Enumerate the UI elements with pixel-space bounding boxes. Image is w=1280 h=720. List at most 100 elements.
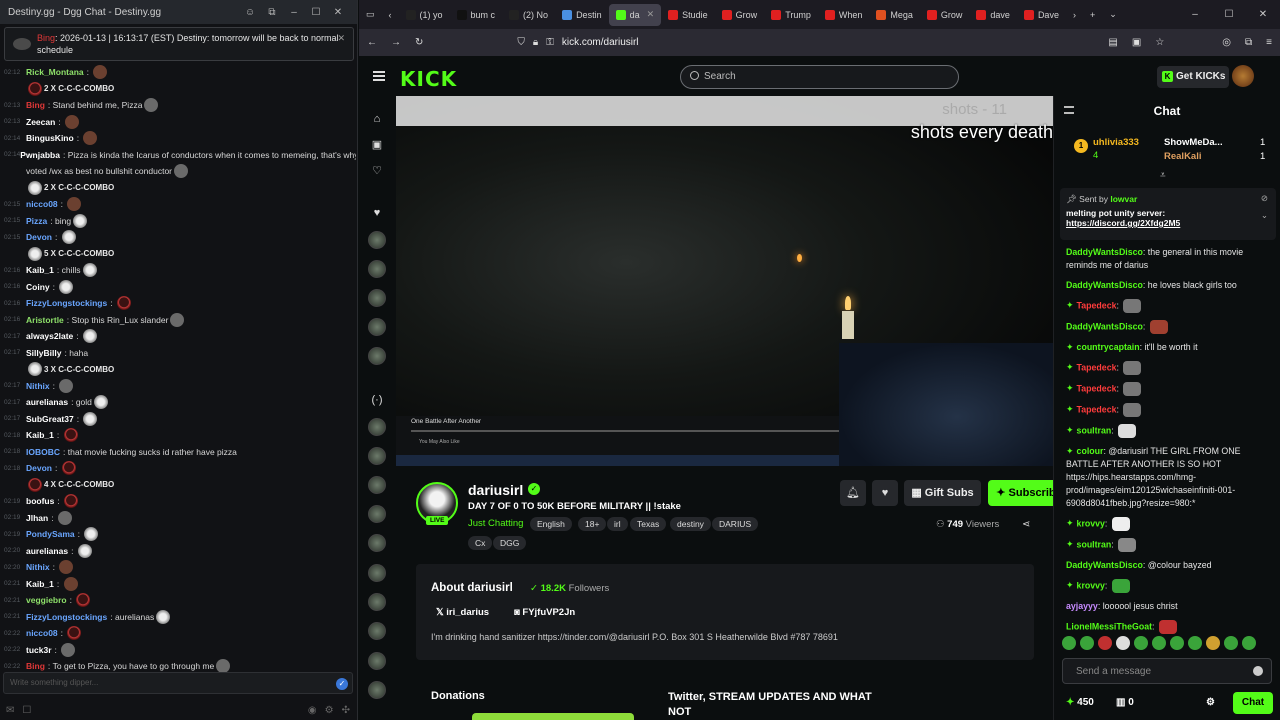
x-social-link[interactable]: 𝕏 iri_darius <box>436 607 489 618</box>
channel-name[interactable]: dariusirl <box>468 482 523 498</box>
emoji-picker-icon[interactable] <box>1253 666 1263 676</box>
recommended-channel-avatar[interactable] <box>368 534 386 552</box>
chat-username[interactable]: DaddyWantsDisco <box>1066 247 1143 257</box>
gift-subs-button[interactable]: ▦ Gift Subs <box>904 480 981 506</box>
browser-tab[interactable]: Grow <box>920 0 970 29</box>
message-author[interactable]: Devon <box>26 463 52 473</box>
chat-username[interactable]: soultran <box>1077 425 1112 435</box>
message-author[interactable]: SillyBilly <box>26 348 61 358</box>
chat-username[interactable]: DaddyWantsDisco <box>1066 321 1143 331</box>
browser-tab[interactable]: Destin <box>555 0 609 29</box>
popout-icon[interactable]: ⧉ <box>261 7 283 18</box>
unpin-icon[interactable]: ⊘ <box>1261 193 1268 204</box>
recommended-channel-avatar[interactable] <box>368 622 386 640</box>
video-player[interactable]: shots - 11 shots every death One Battle … <box>396 96 1053 466</box>
minimize-icon[interactable]: – <box>283 7 305 18</box>
discord-social-link[interactable]: ◙ FYjfuVP2Jn <box>514 607 575 618</box>
browser-tab[interactable]: Trump <box>764 0 818 29</box>
message-author[interactable]: Jlhan <box>26 513 48 523</box>
message-author[interactable]: BingusKino <box>26 133 74 143</box>
emote-icon[interactable] <box>1116 636 1130 650</box>
browser-tab[interactable]: When <box>818 0 870 29</box>
close-window-icon[interactable]: ✕ <box>327 7 349 18</box>
message-author[interactable]: always2late <box>26 331 73 341</box>
bookmark-star-icon[interactable]: ☆ <box>1155 37 1164 48</box>
message-author[interactable]: FizzyLongstockings <box>26 612 107 622</box>
followed-channel-avatar[interactable] <box>368 289 386 307</box>
message-author[interactable]: Bing <box>26 661 45 671</box>
message-author[interactable]: aurelianas <box>26 546 68 556</box>
message-author[interactable]: Pizza <box>26 216 47 226</box>
notification-bell-icon[interactable]: 🔔︎ <box>840 480 866 506</box>
browser-maximize-icon[interactable]: ☐ <box>1212 9 1246 20</box>
chat-send-button[interactable]: Chat <box>1233 692 1273 714</box>
search-input[interactable]: Search <box>680 65 959 89</box>
emote-icon[interactable] <box>1224 636 1238 650</box>
chat-settings-icon[interactable]: ⚙ <box>1206 697 1215 708</box>
following-icon[interactable]: ♡ <box>368 162 386 180</box>
chat-username[interactable]: krovvy <box>1077 580 1105 590</box>
chat-username[interactable]: Tapedeck <box>1077 300 1117 310</box>
kick-logo[interactable]: KICK <box>400 67 457 91</box>
tab-list-dropdown-icon[interactable]: ⌄ <box>1102 0 1124 29</box>
recommended-channel-avatar[interactable] <box>368 593 386 611</box>
hamburger-menu-icon[interactable] <box>373 71 385 81</box>
eye-icon[interactable]: ◉ <box>308 705 317 716</box>
message-author[interactable]: FizzyLongstockings <box>26 298 107 308</box>
reader-view-icon[interactable]: ▤ <box>1108 37 1117 48</box>
followed-channel-avatar[interactable] <box>368 318 386 336</box>
emote-icon[interactable] <box>1188 636 1202 650</box>
emote-icon[interactable] <box>1206 636 1220 650</box>
chat-username[interactable]: soultran <box>1077 539 1112 549</box>
chat-username[interactable]: LionelMessiTheGoat <box>1066 621 1152 631</box>
chat-username[interactable]: DaddyWantsDisco <box>1066 560 1143 570</box>
message-author[interactable]: IOBOBC <box>26 447 60 457</box>
browser-tab[interactable]: dave <box>969 0 1017 29</box>
chat-username[interactable]: DaddyWantsDisco <box>1066 280 1143 290</box>
followed-channel-avatar[interactable] <box>368 347 386 365</box>
recommended-channel-avatar[interactable] <box>368 652 386 670</box>
chat-username[interactable]: ayjayyy <box>1066 601 1098 611</box>
recommended-channel-avatar[interactable] <box>368 476 386 494</box>
back-icon[interactable]: ← <box>367 37 377 48</box>
reload-icon[interactable]: ↻ <box>415 37 423 48</box>
emote-icon[interactable] <box>1242 636 1256 650</box>
followed-channel-avatar[interactable] <box>368 231 386 249</box>
leader-name[interactable]: ShowMeDa... <box>1164 137 1223 148</box>
new-tab-icon[interactable]: + <box>1083 0 1102 29</box>
tag-destiny[interactable]: destiny <box>670 517 711 531</box>
get-kicks-button[interactable]: K Get KICKs <box>1157 66 1229 88</box>
pinned-link[interactable]: https://discord.gg/2Xfdg2M5 <box>1066 218 1180 228</box>
kicks-balance[interactable]: ✦ 450 <box>1066 697 1094 708</box>
close-tab-icon[interactable]: ✕ <box>647 9 655 20</box>
recommended-channel-avatar[interactable] <box>368 418 386 436</box>
leader-name[interactable]: RealKali <box>1164 151 1202 162</box>
browser-tab[interactable]: (1) yo <box>399 0 450 29</box>
settings-icon[interactable]: ⚙ <box>325 705 334 716</box>
chat-username[interactable]: colour <box>1077 446 1104 456</box>
send-icon[interactable]: ✓ <box>336 678 348 690</box>
users-icon[interactable]: ☐ <box>22 705 31 716</box>
tag-dgg[interactable]: DGG <box>493 536 527 550</box>
recommended-channel-avatar[interactable] <box>368 564 386 582</box>
lock-icon[interactable]: 🔒︎ <box>533 37 538 48</box>
browser-tab[interactable]: da ✕ <box>608 3 662 26</box>
browse-icon[interactable]: ▣ <box>368 136 386 154</box>
donations-panel-image[interactable] <box>472 713 634 720</box>
maximize-icon[interactable]: ☐ <box>305 7 327 18</box>
gift-balance[interactable]: ▥ 0 <box>1116 697 1134 708</box>
emote-icon[interactable] <box>1170 636 1184 650</box>
url-text[interactable]: kick.com/dariusirl <box>562 37 639 48</box>
browser-tab[interactable]: Grow <box>715 0 765 29</box>
tab-overview-icon[interactable]: ▭ <box>359 0 382 29</box>
menu-icon[interactable]: ≡ <box>1266 37 1272 48</box>
chat-username[interactable]: Tapedeck <box>1077 362 1117 372</box>
chat-username[interactable]: countrycaptain <box>1077 342 1140 352</box>
tag-cx[interactable]: Cx <box>468 536 493 550</box>
stream-category[interactable]: Just Chatting <box>468 518 523 529</box>
browser-minimize-icon[interactable]: – <box>1178 9 1212 20</box>
tag-english[interactable]: English <box>530 517 572 531</box>
emote-icon[interactable] <box>1152 636 1166 650</box>
forward-icon[interactable]: → <box>391 37 401 48</box>
leader-name[interactable]: uhlivia333 <box>1093 137 1139 148</box>
